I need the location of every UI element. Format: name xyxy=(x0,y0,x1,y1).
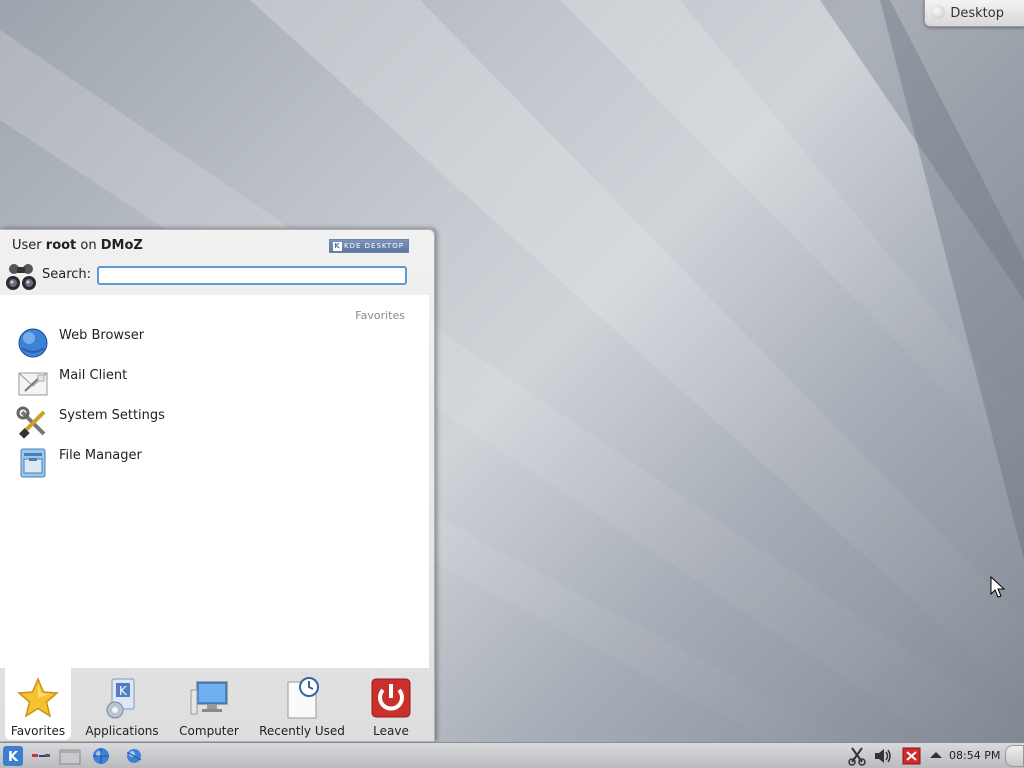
tab-label: Applications xyxy=(85,724,159,738)
close-red-icon[interactable] xyxy=(900,746,922,766)
tab-label: Recently Used xyxy=(259,724,345,738)
tab-label: Favorites xyxy=(10,724,66,738)
favorites-panel: Favorites Web Browser Mail Client System… xyxy=(0,295,429,668)
kde-desktop-logo: K KDE DESKTOP xyxy=(329,239,409,253)
desktop-toolbox-label: Desktop xyxy=(950,5,1004,21)
favorite-label: System Settings xyxy=(59,408,165,423)
favorite-label: Mail Client xyxy=(59,368,128,383)
favorites-heading: Favorites xyxy=(355,309,405,322)
kde-badge-text: KDE DESKTOP xyxy=(344,242,404,250)
kde-launcher-icon[interactable]: K xyxy=(2,746,24,766)
favorite-item-file-manager[interactable]: File Manager xyxy=(0,443,429,483)
mail-icon xyxy=(16,366,50,400)
user-prefix: User xyxy=(12,238,42,253)
favorite-item-web-browser[interactable]: Web Browser xyxy=(0,323,429,363)
application-launcher-menu: User root on DMoZ K KDE DESKTOP Search: xyxy=(0,229,435,742)
search-input[interactable] xyxy=(97,266,407,285)
power-icon xyxy=(369,676,413,720)
scissors-icon[interactable] xyxy=(846,746,868,766)
globe-icon xyxy=(16,326,50,360)
taskbar-panel: K 08:54 PM xyxy=(0,742,1024,768)
tab-computer[interactable]: Computer xyxy=(176,668,242,740)
volume-icon[interactable] xyxy=(872,746,894,766)
launcher-header: User root on DMoZ K KDE DESKTOP Search: xyxy=(0,230,433,294)
user-name: root xyxy=(45,238,77,253)
network-icon[interactable] xyxy=(123,746,145,766)
launcher-tab-bar: Favorites K Applications Computer Recent… xyxy=(0,668,433,743)
tab-recently-used[interactable]: Recently Used xyxy=(258,668,346,740)
desktop-toolbox-button[interactable]: Desktop xyxy=(924,0,1024,27)
user-on: on xyxy=(80,238,97,253)
favorite-label: File Manager xyxy=(59,448,142,463)
svg-text:K: K xyxy=(8,750,19,765)
applications-icon: K xyxy=(100,676,144,720)
favorite-item-system-settings[interactable]: System Settings xyxy=(0,403,429,443)
svg-text:K: K xyxy=(119,684,128,698)
monitor-icon xyxy=(187,676,231,720)
file-manager-icon xyxy=(16,446,50,480)
tab-favorites[interactable]: Favorites xyxy=(5,668,71,740)
arrow-up-icon[interactable] xyxy=(928,746,944,766)
mouse-cursor-icon xyxy=(990,575,1006,600)
show-desktop-icon[interactable] xyxy=(30,746,52,766)
clock-document-icon xyxy=(280,676,324,720)
search-label: Search: xyxy=(42,267,92,282)
folder-icon[interactable] xyxy=(59,746,81,766)
tab-label: Leave xyxy=(373,724,409,738)
favorite-item-mail-client[interactable]: Mail Client xyxy=(0,363,429,403)
tools-icon xyxy=(16,406,50,440)
host-name: DMoZ xyxy=(100,238,143,253)
user-info: User root on DMoZ xyxy=(12,238,143,253)
star-icon xyxy=(16,676,60,720)
tab-applications[interactable]: K Applications xyxy=(84,668,160,740)
clock[interactable]: 08:54 PM xyxy=(949,749,1000,762)
tab-leave[interactable]: Leave xyxy=(362,668,420,740)
cashew-icon xyxy=(931,5,945,19)
binoculars-icon xyxy=(5,259,37,293)
panel-toolbox-button[interactable] xyxy=(1005,745,1024,767)
tab-label: Computer xyxy=(179,724,239,738)
favorite-label: Web Browser xyxy=(59,328,145,343)
web-browser-icon[interactable] xyxy=(90,746,112,766)
